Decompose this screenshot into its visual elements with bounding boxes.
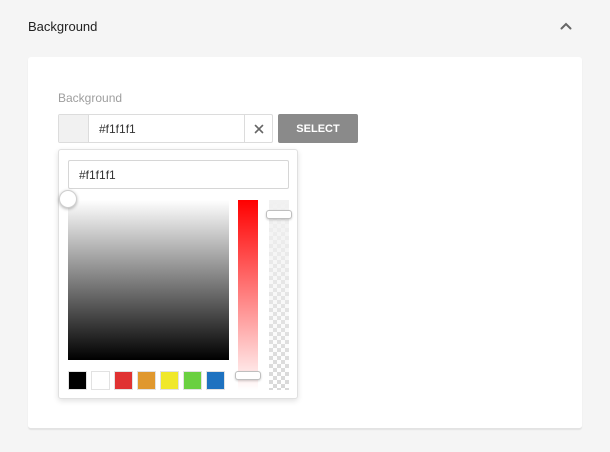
- background-color-input[interactable]: [89, 115, 244, 142]
- saturation-handle[interactable]: [59, 190, 77, 208]
- section-header[interactable]: Background: [0, 0, 610, 54]
- preset-swatch[interactable]: [114, 371, 133, 390]
- color-picker-popup: [58, 149, 298, 399]
- chevron-up-icon[interactable]: [556, 16, 576, 36]
- picker-hex-input[interactable]: [68, 160, 289, 189]
- select-button[interactable]: SELECT: [278, 114, 358, 143]
- preset-swatch[interactable]: [183, 371, 202, 390]
- preset-swatch[interactable]: [137, 371, 156, 390]
- color-swatch-preview[interactable]: [59, 115, 89, 142]
- preset-swatch[interactable]: [68, 371, 87, 390]
- section-title: Background: [28, 19, 98, 34]
- hue-slider[interactable]: [235, 200, 261, 390]
- preset-swatches: [68, 371, 233, 391]
- background-color-field: [58, 114, 273, 143]
- background-field-label: Background: [58, 91, 123, 105]
- preset-swatch[interactable]: [160, 371, 179, 390]
- preset-swatch[interactable]: [206, 371, 225, 390]
- preset-swatch[interactable]: [91, 371, 110, 390]
- close-icon[interactable]: [244, 115, 272, 142]
- alpha-slider[interactable]: [266, 200, 292, 390]
- alpha-slider-handle[interactable]: [266, 210, 292, 219]
- alpha-gradient: [269, 200, 289, 390]
- saturation-area[interactable]: [59, 190, 229, 360]
- hue-slider-handle[interactable]: [235, 371, 261, 380]
